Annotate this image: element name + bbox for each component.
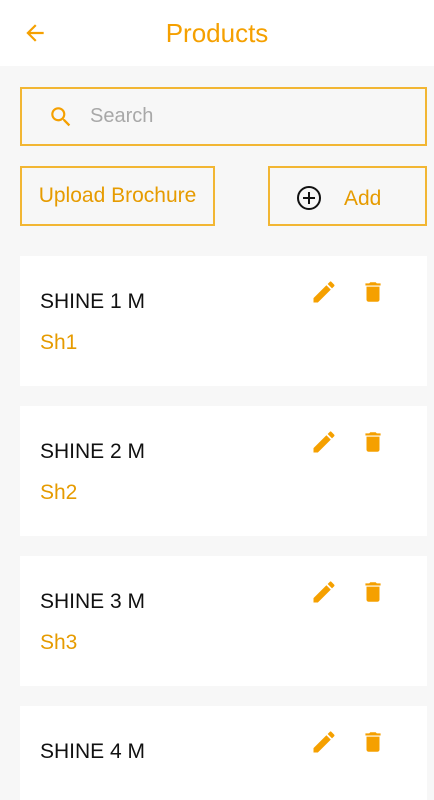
pencil-icon (313, 731, 335, 753)
upload-brochure-button[interactable]: Upload Brochure (20, 166, 215, 226)
trash-icon (365, 282, 381, 302)
product-card[interactable]: SHINE 3 M Sh3 (20, 556, 427, 686)
add-product-button[interactable]: Add (268, 166, 427, 226)
product-name: SHINE 2 M (40, 440, 146, 463)
product-code: Sh1 (40, 331, 78, 354)
edit-button[interactable] (310, 428, 338, 456)
product-name: SHINE 1 M (40, 290, 146, 313)
trash-icon (365, 732, 381, 752)
product-name: SHINE 3 M (40, 590, 146, 613)
search-input[interactable] (90, 105, 390, 128)
page-title: Products (165, 18, 269, 48)
product-name: SHINE 4 M (40, 740, 146, 763)
search-bar[interactable] (20, 87, 427, 146)
edit-button[interactable] (310, 728, 338, 756)
delete-button[interactable] (360, 728, 386, 756)
product-card[interactable]: SHINE 4 M (20, 706, 427, 800)
product-card[interactable]: SHINE 2 M Sh2 (20, 406, 427, 536)
product-card[interactable]: SHINE 1 M Sh1 (20, 256, 427, 386)
app-header: Products (0, 0, 434, 66)
search-icon (48, 104, 74, 130)
trash-icon (365, 582, 381, 602)
delete-button[interactable] (360, 578, 386, 606)
edit-button[interactable] (310, 278, 338, 306)
trash-icon (365, 432, 381, 452)
pencil-icon (313, 281, 335, 303)
delete-button[interactable] (360, 428, 386, 456)
pencil-icon (313, 431, 335, 453)
product-code: Sh2 (40, 481, 78, 504)
delete-button[interactable] (360, 278, 386, 306)
edit-button[interactable] (310, 578, 338, 606)
pencil-icon (313, 581, 335, 603)
product-code: Sh3 (40, 631, 78, 654)
plus-circle-icon (297, 186, 321, 210)
products-screen: Products Upload Brochure Add SHINE 1 M S… (0, 0, 434, 800)
add-label: Add (344, 187, 382, 210)
upload-brochure-label: Upload Brochure (38, 184, 197, 207)
